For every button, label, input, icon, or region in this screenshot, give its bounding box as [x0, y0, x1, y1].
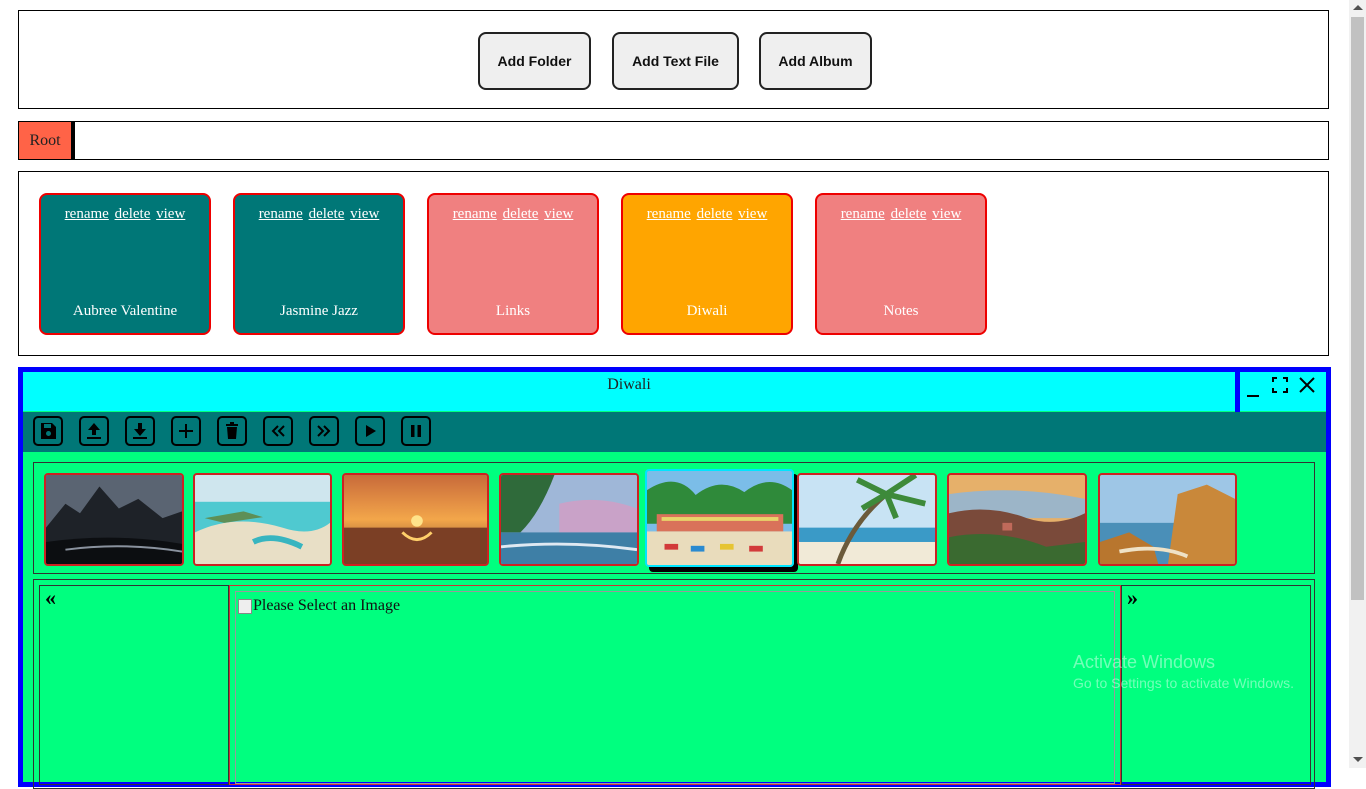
item-actions: rename delete view — [817, 206, 985, 223]
rename-link[interactable]: rename — [647, 206, 691, 222]
prev-image-button[interactable]: « — [45, 587, 56, 609]
image-display-pane: Please Select an Image — [229, 585, 1121, 785]
fast-forward-button[interactable] — [309, 416, 339, 446]
rename-link[interactable]: rename — [453, 206, 497, 222]
view-link[interactable]: view — [156, 206, 185, 222]
item-actions: rename delete view — [235, 206, 403, 223]
album-viewer-window: Diwali « Please Select an Image » — [18, 367, 1331, 789]
breadcrumb-root[interactable]: Root — [19, 122, 75, 159]
save-icon — [41, 423, 56, 439]
viewer-toolbar — [23, 412, 1326, 452]
view-link[interactable]: view — [932, 206, 961, 222]
close-icon[interactable] — [1297, 375, 1317, 395]
add-album-button[interactable]: Add Album — [759, 32, 872, 90]
thumbnail-rocky-cliffs[interactable] — [1098, 473, 1237, 566]
add-text-file-button[interactable]: Add Text File — [612, 32, 739, 90]
add-folder-button[interactable]: Add Folder — [478, 32, 591, 90]
minimize-icon[interactable] — [1244, 380, 1264, 400]
upload-button[interactable] — [79, 416, 109, 446]
item-card-links[interactable]: rename delete view Links — [427, 193, 599, 335]
image-frame: Please Select an Image — [235, 591, 1115, 784]
viewer-title-bar[interactable]: Diwali — [23, 372, 1235, 411]
thumbnail-beach-resort[interactable] — [645, 469, 794, 567]
item-card-diwali[interactable]: rename delete view Diwali — [621, 193, 793, 335]
view-link[interactable]: view — [350, 206, 379, 222]
item-name: Links — [495, 303, 531, 319]
breadcrumb: Root — [18, 121, 1329, 160]
item-card-jasmine-jazz[interactable]: rename delete view Jasmine Jazz — [233, 193, 405, 335]
item-name: Notes — [883, 303, 919, 319]
pause-icon — [411, 425, 421, 437]
rename-link[interactable]: rename — [65, 206, 109, 222]
delete-link[interactable]: delete — [891, 206, 927, 222]
window-controls — [1240, 372, 1326, 411]
activation-watermark: Activate Windows Go to Settings to activ… — [1073, 652, 1294, 691]
next-image-button[interactable]: » — [1127, 587, 1138, 609]
thumbnail-sunset-beach[interactable] — [342, 473, 489, 566]
item-name: Jasmine Jazz — [280, 303, 358, 319]
action-bar: Add Folder Add Text File Add Album — [18, 10, 1329, 109]
thumbnail-coastal-town[interactable] — [947, 473, 1087, 566]
pause-button[interactable] — [401, 416, 431, 446]
download-icon — [133, 423, 147, 439]
item-name: Diwali — [686, 303, 728, 319]
scroll-down-icon[interactable] — [1353, 757, 1363, 762]
items-grid: rename delete view Aubree Valentine rena… — [18, 171, 1329, 356]
prev-pane: « — [39, 585, 229, 785]
maximize-icon[interactable] — [1270, 375, 1290, 395]
watermark-title: Activate Windows — [1073, 652, 1216, 672]
rename-link[interactable]: rename — [841, 206, 885, 222]
thumbnail-palm-shore-dusk[interactable] — [499, 473, 639, 566]
thumbnail-tropical-island[interactable] — [193, 473, 332, 566]
item-card-notes[interactable]: rename delete view Notes — [815, 193, 987, 335]
rename-link[interactable]: rename — [259, 206, 303, 222]
item-actions: rename delete view — [41, 206, 209, 223]
thumbnail-palm-tree-beach[interactable] — [797, 473, 937, 566]
viewer-title: Diwali — [607, 376, 651, 393]
download-button[interactable] — [125, 416, 155, 446]
delete-link[interactable]: delete — [309, 206, 345, 222]
delete-link[interactable]: delete — [115, 206, 151, 222]
delete-link[interactable]: delete — [503, 206, 539, 222]
thumbnail-strip — [33, 462, 1315, 574]
rewind-icon — [271, 425, 285, 437]
rewind-button[interactable] — [263, 416, 293, 446]
selected-image: Please Select an Image — [238, 597, 400, 615]
scrollbar-thumb[interactable] — [1351, 17, 1364, 600]
image-alt-text: Please Select an Image — [253, 597, 401, 614]
item-actions: rename delete view — [429, 206, 597, 223]
play-icon — [366, 425, 376, 437]
thumbnail-mountain-beach[interactable] — [44, 473, 184, 566]
item-name: Aubree Valentine — [72, 303, 178, 319]
fast-forward-icon — [317, 425, 331, 437]
delete-image-button[interactable] — [217, 416, 247, 446]
broken-image-icon — [238, 598, 252, 614]
plus-icon — [179, 424, 193, 438]
play-button[interactable] — [355, 416, 385, 446]
save-button[interactable] — [33, 416, 63, 446]
scroll-up-icon[interactable] — [1353, 5, 1363, 10]
item-card-aubree-valentine[interactable]: rename delete view Aubree Valentine — [39, 193, 211, 335]
upload-icon — [87, 423, 101, 439]
item-actions: rename delete view — [623, 206, 791, 223]
watermark-subtitle: Go to Settings to activate Windows. — [1073, 675, 1294, 691]
delete-link[interactable]: delete — [697, 206, 733, 222]
view-link[interactable]: view — [738, 206, 767, 222]
trash-icon — [226, 422, 238, 439]
add-image-button[interactable] — [171, 416, 201, 446]
view-link[interactable]: view — [544, 206, 573, 222]
